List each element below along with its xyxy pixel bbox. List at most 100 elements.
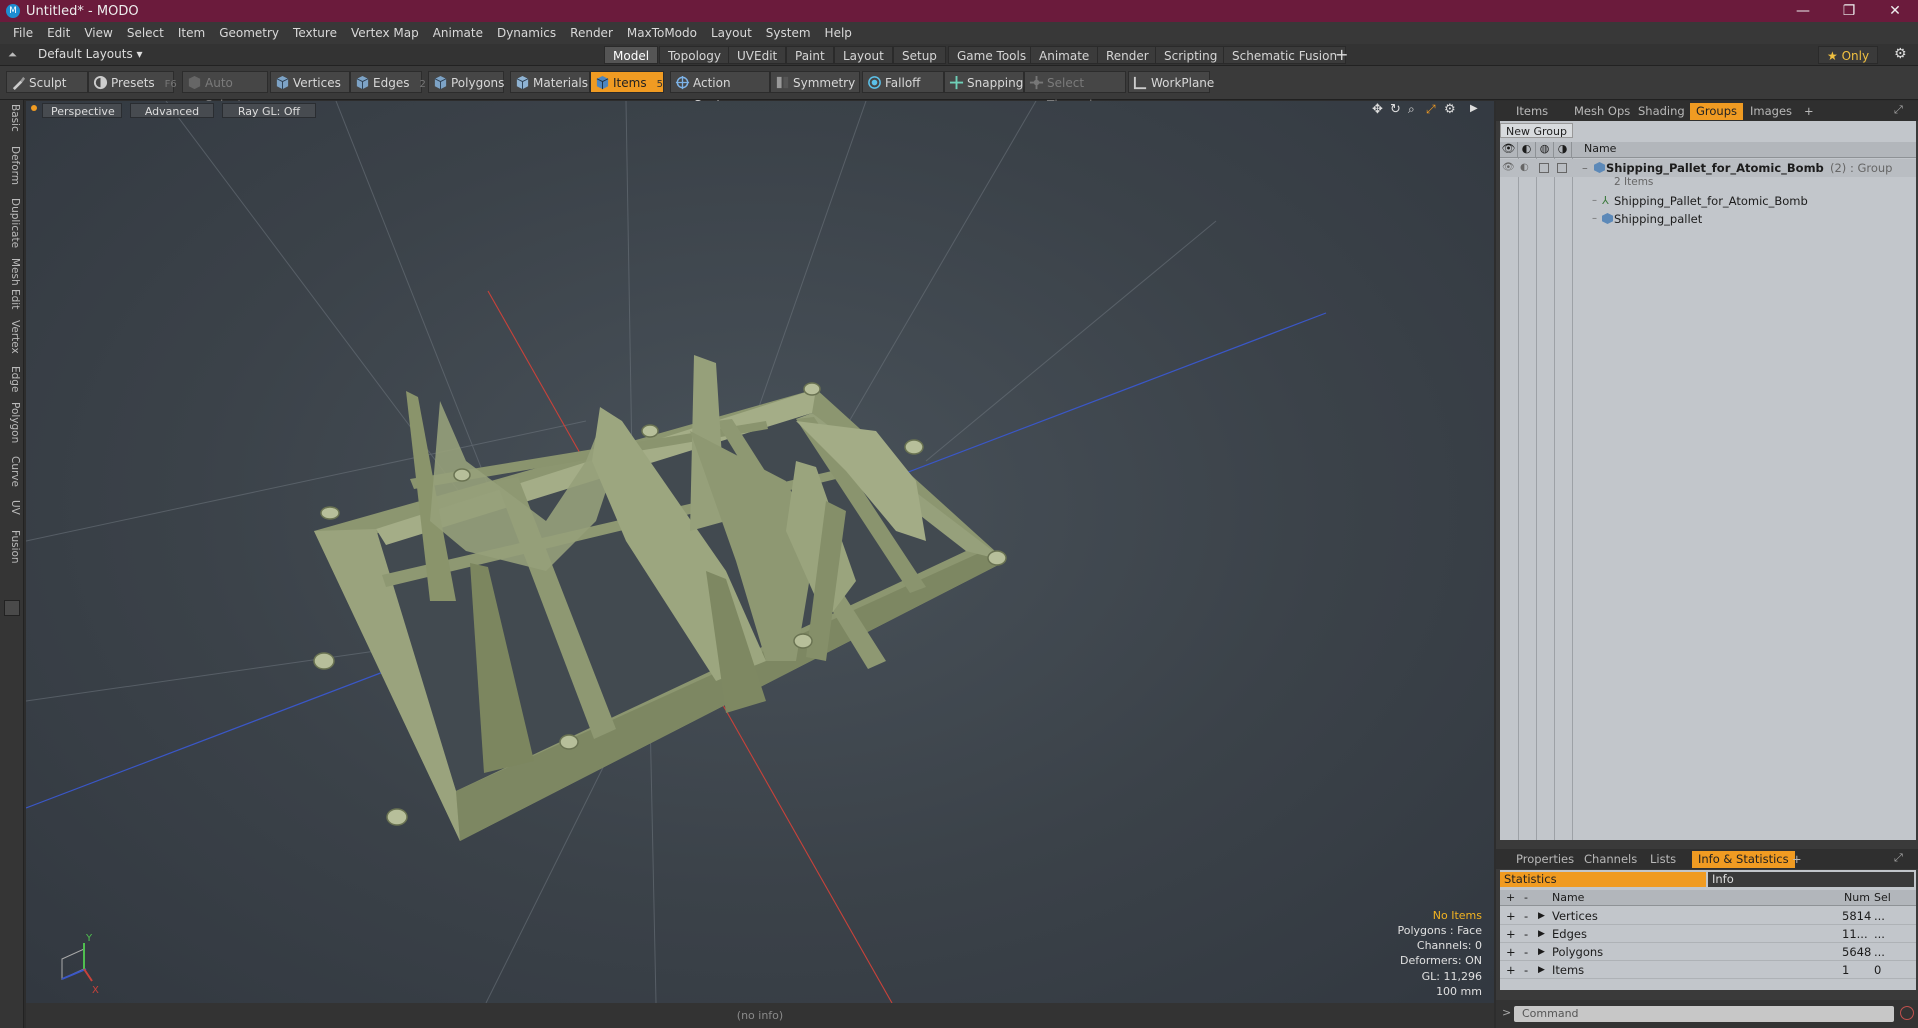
stats-row-edges[interactable]: + - ▶ Edges 11... ... (1500, 925, 1916, 943)
menu-select[interactable]: Select (120, 26, 171, 40)
tab-scripting[interactable]: Scripting (1155, 46, 1227, 64)
menu-edit[interactable]: Edit (40, 26, 77, 40)
action-center-button[interactable]: Action Center (670, 71, 770, 112)
menu-vertex-map[interactable]: Vertex Map (344, 26, 426, 40)
tab-uv[interactable]: UV (3, 500, 21, 515)
select-through-button[interactable]: Select Through (1024, 71, 1126, 112)
tab-topology[interactable]: Topology (659, 46, 730, 64)
layouts-dropdown[interactable]: Default Layouts ▾ (38, 47, 143, 61)
workplane-button[interactable]: WorkPlane (1128, 71, 1214, 93)
tab-lists[interactable]: Lists (1644, 851, 1682, 868)
stats-row-polygons[interactable]: + - ▶ Polygons 5648 ... (1500, 943, 1916, 961)
child-row-2[interactable]: – Shipping_pallet (1500, 210, 1916, 228)
command-clear-icon[interactable] (1900, 1006, 1914, 1020)
tab-game-tools[interactable]: Game Tools (948, 46, 1036, 64)
settings-gear-icon[interactable]: ⚙ (1894, 46, 1907, 62)
expand-arrow-icon[interactable]: ▶ (1538, 961, 1545, 979)
tab-channels[interactable]: Channels (1578, 851, 1643, 868)
row-lock-checkbox[interactable] (1539, 163, 1549, 173)
info-panel-maximize-icon[interactable]: ⤢ (1894, 851, 1903, 865)
tab-setup[interactable]: Setup (893, 46, 946, 64)
tab-groups[interactable]: Groups (1690, 103, 1744, 120)
tab-schematic-fusion[interactable]: Schematic Fusion (1223, 46, 1347, 64)
tab-images[interactable]: Images (1744, 103, 1798, 120)
viewport-settings-gear-icon[interactable]: ⚙ (1444, 102, 1456, 117)
command-input[interactable]: Command (1514, 1006, 1894, 1022)
tab-statistics[interactable]: Statistics (1500, 872, 1706, 887)
tab-polygon[interactable]: Polygon (3, 402, 21, 443)
expand-all-button[interactable]: + (1506, 890, 1515, 906)
expand-arrow-icon[interactable]: ▶ (1538, 907, 1545, 925)
name-column-header[interactable]: Name (1572, 142, 1916, 158)
menu-view[interactable]: View (77, 26, 119, 40)
presets-button[interactable]: Presets F6 (88, 71, 177, 93)
new-group-button[interactable]: New Group (1500, 123, 1573, 138)
panel-maximize-icon[interactable]: ⤢ (1894, 103, 1903, 117)
render-icon[interactable]: ◐ (1518, 142, 1536, 158)
tab-items[interactable]: Items (1510, 103, 1554, 120)
advanced-dropdown[interactable]: Advanced (130, 103, 214, 118)
tab-edge[interactable]: Edge (3, 366, 21, 392)
strip-toggle-button[interactable] (4, 600, 20, 616)
add-panel-tab-button[interactable]: + (1798, 103, 1820, 120)
lock-icon[interactable]: ◍ (1536, 142, 1554, 158)
viewport-options-dot-icon[interactable] (31, 105, 37, 111)
snapping-button[interactable]: Snapping (944, 71, 1024, 93)
3d-viewport[interactable]: Y X Perspective Advanced Ray GL: Off ✥ ↻… (26, 101, 1494, 1003)
raygl-dropdown[interactable]: Ray GL: Off (222, 103, 316, 118)
tab-mesh-ops[interactable]: Mesh Ops (1568, 103, 1636, 120)
zoom-icon[interactable]: ⌕ (1408, 102, 1415, 117)
tab-animate[interactable]: Animate (1030, 46, 1099, 64)
tab-properties[interactable]: Properties (1510, 851, 1580, 868)
polygons-button[interactable]: Polygons (428, 71, 504, 93)
menu-help[interactable]: Help (818, 26, 859, 40)
menu-texture[interactable]: Texture (286, 26, 344, 40)
menu-render[interactable]: Render (563, 26, 620, 40)
tab-deform[interactable]: Deform (3, 146, 21, 185)
auto-select-button[interactable]: Auto Select (182, 71, 268, 112)
menu-animate[interactable]: Animate (426, 26, 490, 40)
items-button[interactable]: Items 5 (590, 71, 664, 93)
menu-item[interactable]: Item (171, 26, 212, 40)
expand-arrow-icon[interactable]: ▶ (1538, 925, 1545, 943)
select-icon[interactable]: ◑ (1554, 142, 1572, 158)
tab-info-statistics[interactable]: Info & Statistics (1692, 851, 1795, 868)
visibility-eye-icon[interactable]: 👁 (1500, 142, 1518, 158)
menu-geometry[interactable]: Geometry (212, 26, 286, 40)
tab-info[interactable]: Info (1708, 872, 1914, 887)
edges-button[interactable]: Edges 2 (350, 71, 426, 93)
stats-row-items[interactable]: + - ▶ Items 1 0 (1500, 961, 1916, 979)
child-row-1[interactable]: – ⅄ Shipping_Pallet_for_Atomic_Bomb (1500, 192, 1916, 210)
stats-row-vertices[interactable]: + - ▶ Vertices 5814 ... (1500, 907, 1916, 925)
rotate-icon[interactable]: ↻ (1390, 102, 1401, 117)
tab-duplicate[interactable]: Duplicate (3, 198, 21, 248)
tab-vertex[interactable]: Vertex (3, 320, 21, 354)
tab-layout[interactable]: Layout (834, 46, 893, 64)
tab-paint[interactable]: Paint (786, 46, 834, 64)
falloff-button[interactable]: Falloff (862, 71, 944, 93)
only-toggle[interactable]: ★ Only (1818, 46, 1879, 64)
menu-dynamics[interactable]: Dynamics (490, 26, 563, 40)
pan-icon[interactable]: ✥ (1372, 102, 1383, 117)
tab-uvedit[interactable]: UVEdit (728, 46, 787, 64)
fit-icon[interactable]: ⤢ (1426, 102, 1436, 117)
tab-fusion[interactable]: Fusion (3, 530, 21, 564)
menu-layout[interactable]: Layout (704, 26, 759, 40)
sculpt-button[interactable]: Sculpt (6, 71, 88, 93)
tab-model[interactable]: Model (604, 46, 659, 64)
tab-render[interactable]: Render (1097, 46, 1158, 64)
tab-curve[interactable]: Curve (3, 456, 21, 487)
tab-mesh-edit[interactable]: Mesh Edit (3, 258, 21, 309)
vertices-button[interactable]: Vertices1 (270, 71, 357, 93)
materials-button[interactable]: Materials (510, 71, 590, 93)
menu-maxtomodo[interactable]: MaxToModo (620, 26, 704, 40)
collapse-up-icon[interactable]: ⏶ (8, 48, 17, 62)
collapse-all-button[interactable]: - (1524, 890, 1528, 906)
close-button[interactable]: ✕ (1872, 0, 1918, 22)
perspective-dropdown[interactable]: Perspective (42, 103, 122, 118)
add-tab-button[interactable]: + (1335, 45, 1348, 64)
viewport-expand-arrow-icon[interactable]: ▶ (1470, 103, 1478, 114)
symmetry-button[interactable]: Symmetry (770, 71, 860, 93)
tab-shading[interactable]: Shading (1632, 103, 1691, 120)
menu-file[interactable]: File (6, 26, 40, 40)
